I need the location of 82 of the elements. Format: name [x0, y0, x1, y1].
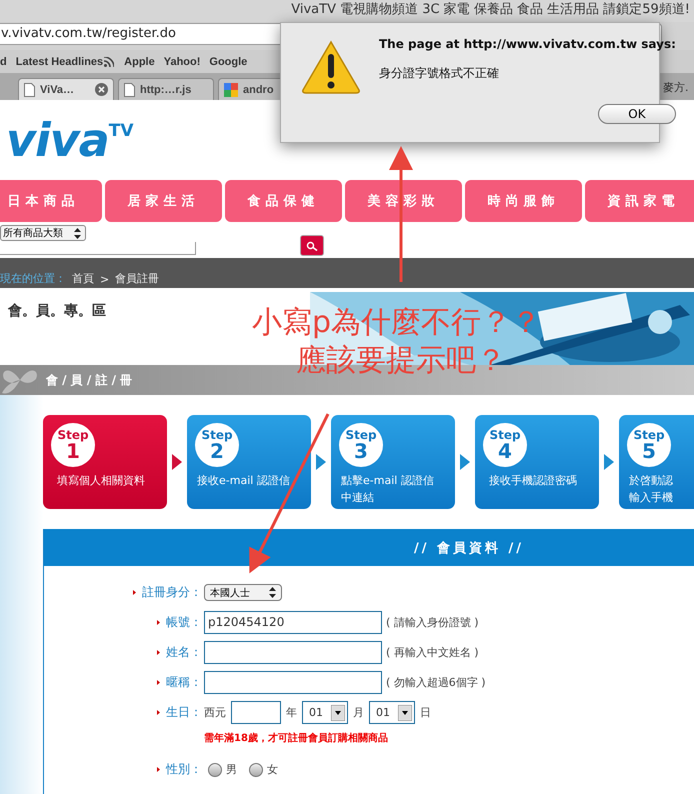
- breadcrumb-label: 現在的位置：: [0, 271, 66, 286]
- feed-icon: [104, 56, 114, 66]
- search-field[interactable]: [0, 242, 196, 255]
- bullet-icon: [133, 590, 136, 595]
- option-label: 女: [267, 762, 278, 777]
- field-text: 日: [420, 705, 431, 720]
- bullet-icon: [157, 680, 160, 685]
- bookmark[interactable]: Google: [209, 56, 248, 68]
- input-field[interactable]: [204, 671, 382, 694]
- step-label: 接收手機認證密碼: [489, 473, 577, 489]
- month-select[interactable]: 01: [302, 701, 348, 724]
- step-label: 接收e-mail 認證信: [197, 473, 290, 489]
- bullet-icon: [157, 650, 160, 655]
- browser-tab[interactable]: http:…r.js: [118, 78, 214, 100]
- field-label: 暱稱：: [166, 674, 202, 691]
- dialog-title: The page at http://www.vivatv.com.tw says:: [379, 37, 676, 51]
- identity-select[interactable]: 本國人士: [204, 584, 282, 601]
- step-badge: Step 2: [195, 423, 239, 467]
- step-label: 輸入手機: [629, 490, 673, 506]
- section-title: 會。員。專。區: [8, 302, 106, 320]
- field-label: 註冊身分：: [142, 584, 202, 601]
- bullet-icon: [157, 710, 160, 715]
- chevron-icon: [172, 454, 182, 470]
- bookmark[interactable]: Yahoo!: [164, 56, 200, 68]
- step-badge: Step 3: [339, 423, 383, 467]
- input-field[interactable]: [204, 641, 382, 664]
- hint-text: ( 請輸入身份證號 ): [386, 615, 479, 630]
- radio-button[interactable]: [208, 762, 222, 776]
- page-icon: [24, 82, 35, 96]
- updown-arrow-icon: [74, 228, 81, 238]
- breadcrumb-link[interactable]: 會員註冊: [115, 271, 160, 286]
- page-icon: [124, 82, 135, 96]
- bookmark[interactable]: Latest Headlines: [16, 56, 104, 68]
- year-field[interactable]: [231, 701, 281, 724]
- chevron-icon: [604, 454, 614, 470]
- step-badge: Step 1: [51, 423, 95, 467]
- day-select[interactable]: 01: [369, 701, 415, 724]
- category-select[interactable]: 所有商品大類: [0, 225, 86, 241]
- section-heading: 會 / 員 / 註 / 冊: [46, 372, 132, 388]
- step-label: 填寫個人相關資料: [57, 473, 145, 489]
- step-badge: Step 5: [627, 423, 671, 467]
- bullet-icon: [157, 620, 160, 625]
- breadcrumb-separator: >: [100, 273, 110, 286]
- ok-button[interactable]: OK: [598, 104, 676, 124]
- dropdown-icon: [398, 704, 412, 720]
- updown-arrow-icon: [269, 587, 276, 598]
- close-icon: [95, 83, 108, 96]
- hint-text: ( 勿輸入超過6個字 ): [386, 675, 486, 690]
- browser-tab[interactable]: ViVa…: [18, 78, 114, 100]
- bookmark[interactable]: Apple: [124, 56, 155, 68]
- field-text: 月: [353, 705, 364, 720]
- hint-text: ( 再輸入中文姓名 ): [386, 645, 479, 660]
- annotation-text: 小寫p為什麼不行？？: [252, 305, 542, 341]
- radio-button[interactable]: [249, 762, 263, 776]
- window-title: VivaTV 電視購物頻道 3C 家電 保養品 食品 生活用品 請鎖定59頻道!: [291, 2, 690, 18]
- bookmark[interactable]: d: [0, 56, 7, 68]
- warning-text: 需年滿18歲，才可註冊會員訂購相關商品: [204, 731, 389, 745]
- field-label: 生日：: [166, 704, 202, 721]
- panel-title: // 會員資料 //: [414, 540, 524, 556]
- field-label: 帳號：: [166, 614, 202, 631]
- field-text: 年: [286, 705, 297, 720]
- tab-label[interactable]: 麥方.: [663, 80, 688, 95]
- google-icon: [224, 82, 238, 96]
- step-label: 於啓動認: [629, 473, 673, 489]
- warning-icon: [301, 40, 361, 94]
- dropdown-icon: [331, 704, 345, 720]
- field-label: 姓名：: [166, 644, 202, 661]
- annotation-text: 應該要提示吧？: [296, 343, 506, 379]
- option-label: 男: [226, 762, 237, 777]
- chevron-icon: [316, 454, 326, 470]
- field-label: 性別：: [166, 761, 202, 778]
- search-button[interactable]: [300, 235, 324, 256]
- chevron-icon: [460, 454, 470, 470]
- bullet-icon: [157, 767, 160, 772]
- breadcrumb-link[interactable]: 首頁: [72, 271, 94, 286]
- dialog-message: 身分證字號格式不正確: [379, 65, 500, 82]
- step-label: 點擊e-mail 認證信: [341, 473, 434, 489]
- field-text: 西元: [204, 705, 226, 720]
- search-icon: [306, 240, 318, 250]
- step-label: 中連結: [341, 490, 375, 506]
- step-badge: Step 4: [483, 423, 527, 467]
- input-field[interactable]: p120454120: [204, 611, 382, 634]
